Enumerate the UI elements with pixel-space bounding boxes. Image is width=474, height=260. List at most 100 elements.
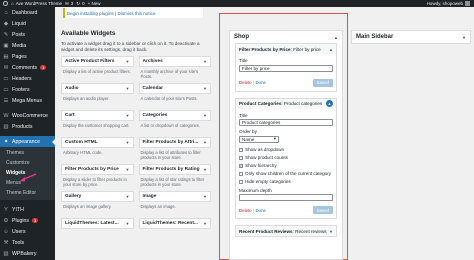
- saved-button[interactable]: Saved: [312, 206, 333, 214]
- menu-item-dashboard[interactable]: ⌂ Dashboard: [0, 7, 55, 18]
- menu-item-appearance[interactable]: ✦ Appearance: [0, 136, 56, 147]
- widget-title-bar[interactable]: Custom HTML ▼: [61, 137, 134, 148]
- collapse-up-icon: ▲: [329, 46, 333, 52]
- option-show-product-counts[interactable]: Show product counts: [239, 154, 333, 162]
- widget-archives[interactable]: Archives ▼ A monthly archive of your site'…: [138, 56, 211, 81]
- widget-calendar[interactable]: Calendar ▼ A calendar of your site's Posts…: [138, 83, 211, 108]
- checkbox[interactable]: [239, 147, 243, 152]
- widget-filter-products-by-rating[interactable]: Filter Products by Rating ▼ Display a list…: [138, 164, 211, 189]
- widget-title-bar[interactable]: Audio ▼: [61, 83, 134, 94]
- comments-icon: ✉: [3, 64, 9, 71]
- widget-title-bar[interactable]: Filter Products by Price ▼: [61, 164, 134, 175]
- widget-title-bar[interactable]: Image ▼: [138, 191, 211, 202]
- option-show-as-dropdown[interactable]: Show as dropdown: [239, 146, 333, 154]
- widget-title-bar[interactable]: Active Product Filters ▼: [61, 56, 134, 67]
- widget-title-bar[interactable]: Filter Products by Attri... ▼: [138, 137, 211, 148]
- checkbox[interactable]: [239, 155, 243, 160]
- expand-down-icon: ▼: [203, 167, 207, 172]
- checkbox[interactable]: ✓: [239, 163, 243, 168]
- widget-custom-html[interactable]: Custom HTML ▼ Arbitrary HTML code.: [61, 137, 134, 162]
- widget-active-product-filters[interactable]: Active Product Filters ▼ Display a list of…: [61, 56, 134, 81]
- expand-down-icon: ▼: [203, 194, 207, 199]
- max-depth-label: Maximum depth: [239, 187, 272, 193]
- updates-link[interactable]: ↻ 0: [76, 1, 84, 7]
- expand-down-icon: ▼: [462, 34, 466, 40]
- checkbox[interactable]: [239, 171, 243, 176]
- expand-down-icon: ▼: [125, 140, 130, 145]
- menu-item-mega-menus[interactable]: ☰ Mega Menus: [0, 95, 55, 106]
- submenu-themes[interactable]: Themes: [0, 148, 55, 158]
- checkbox[interactable]: [239, 179, 243, 184]
- option-hide-empty-categories[interactable]: Hide empty categories: [239, 178, 333, 186]
- wp-logo-menu[interactable]: [3, 1, 8, 6]
- recent-reviews-widget-header[interactable]: Recent Product Reviews: Recent reviews ▼: [236, 226, 336, 236]
- submenu-customize[interactable]: Customize: [0, 158, 55, 168]
- menu-item-pages[interactable]: ▤ Pages: [0, 51, 55, 62]
- widget-description: Display the customer shopping cart.: [63, 123, 130, 128]
- done-link[interactable]: Done: [255, 208, 266, 213]
- plugins-icon: ⚙: [3, 217, 9, 224]
- menu-item-footers[interactable]: ▭ Footers: [0, 84, 55, 95]
- menu-item-media[interactable]: ▣ Media: [0, 40, 55, 51]
- menu-item-tools[interactable]: ⚒ Tools: [0, 237, 55, 248]
- saved-button[interactable]: Saved: [312, 78, 333, 87]
- mega-menus-icon: ☰: [3, 97, 9, 104]
- dashboard-icon: ⌂: [4, 9, 8, 16]
- widget-title-bar[interactable]: Gallery ▼: [61, 191, 134, 202]
- delete-link[interactable]: Delete: [239, 80, 252, 85]
- collapse-up-icon: ▲: [334, 34, 338, 40]
- option-only-show-children-of-the-current-category[interactable]: Only show children of the current catego…: [239, 170, 333, 178]
- widget-title-bar[interactable]: LiquidThemes: Recent... ▼: [138, 218, 211, 229]
- widget-title-bar[interactable]: LiquidThemes: Latest... ▼: [61, 218, 134, 229]
- menu-item-plugins[interactable]: ⚙ Plugins 3: [0, 215, 55, 226]
- widget-categories[interactable]: Categories ▼ A list or dropdown of categor…: [138, 110, 211, 135]
- widget-audio[interactable]: Audio ▼ Displays an audio player.: [61, 83, 134, 108]
- widget-filter-products-by-attri[interactable]: Filter Products by Attri... ▼ Display a li…: [138, 137, 211, 162]
- collapse-up-icon[interactable]: ▲: [326, 100, 333, 107]
- widget-description: Displays an image.: [140, 204, 176, 209]
- admin-sidebar: ⌂ Dashboard ◆ Liquid ✎ Posts ▣ Media ▤ Pages ✉ Comm…: [0, 7, 56, 260]
- widget-filter-products-by-price[interactable]: Filter Products by Price ▼ Display a slide…: [61, 164, 134, 189]
- woocommerce-icon: W: [3, 112, 9, 119]
- categories-widget-title-input[interactable]: Product categories: [239, 119, 333, 126]
- widget-title-bar[interactable]: Calendar ▼: [138, 83, 211, 94]
- site-name-link[interactable]: ⌂ Ave WordPress Theme: [11, 1, 62, 6]
- widget-cart[interactable]: Cart ▼ Display the customer shopping cart.: [61, 110, 134, 135]
- widget-title-bar[interactable]: Filter Products by Rating ▼: [138, 164, 211, 175]
- widget-title-bar[interactable]: Categories ▼: [138, 110, 211, 121]
- widget-gallery[interactable]: Gallery ▼ Displays an image gallery.: [61, 191, 134, 216]
- widget-image[interactable]: Image ▼ Displays an image.: [138, 191, 211, 216]
- widget-title-bar[interactable]: Cart ▼: [61, 110, 134, 121]
- menu-item-comments[interactable]: ✉ Comments 3: [0, 62, 55, 73]
- menu-item-products[interactable]: ▥ Products: [0, 121, 55, 132]
- menu-item-users[interactable]: ☺ Users: [0, 226, 55, 237]
- menu-item-liquid[interactable]: ◆ Liquid: [0, 18, 55, 29]
- max-depth-input[interactable]: [239, 194, 333, 201]
- widget-description: A list or dropdown of categories.: [140, 123, 201, 128]
- menu-item-posts[interactable]: ✎ Posts: [0, 29, 55, 40]
- menu-item-yith[interactable]: Y YITH: [0, 204, 55, 215]
- widget-liquidthemes-latest[interactable]: LiquidThemes: Latest... ▼: [61, 218, 134, 243]
- product-categories-widget-header[interactable]: Product Categories: Product categories ▲: [236, 98, 336, 109]
- account-menu[interactable]: Howdy, shopoweb: [427, 1, 470, 6]
- option-show-hierarchy[interactable]: ✓ Show hierarchy: [239, 162, 333, 170]
- new-content-link[interactable]: + New: [88, 1, 101, 6]
- available-widgets-grid: Active Product Filters ▼ Display a list of…: [61, 56, 211, 245]
- menu-item-headers[interactable]: ▭ Headers: [0, 73, 55, 84]
- price-widget-title-input[interactable]: Filter by price: [239, 64, 333, 72]
- menu-item-wpbakery[interactable]: ▧ WPBakery: [0, 248, 55, 259]
- footers-icon: ▭: [3, 86, 9, 93]
- delete-link[interactable]: Delete: [239, 208, 252, 213]
- menu-item-woocommerce[interactable]: W WooCommerce: [0, 110, 55, 121]
- filter-price-widget-header[interactable]: Filter Products by Price: Filter by pric…: [236, 44, 336, 54]
- widget-title-bar[interactable]: Archives ▼: [138, 56, 211, 67]
- shop-area-header[interactable]: Shop ▲: [230, 31, 342, 43]
- main-sidebar-area[interactable]: Main Sidebar ▼: [351, 30, 471, 44]
- comments-link[interactable]: ✉ 3: [65, 1, 73, 7]
- order-by-select[interactable]: Name ▾: [239, 135, 279, 143]
- widget-liquidthemes-recent[interactable]: LiquidThemes: Recent... ▼: [138, 218, 211, 243]
- submenu-theme-editor[interactable]: Theme Editor: [0, 188, 55, 198]
- done-link[interactable]: Done: [255, 80, 266, 85]
- notice-text[interactable]: Begin installing plugins | Dismiss this …: [67, 11, 156, 16]
- widget-description: Displays an image gallery.: [63, 204, 112, 209]
